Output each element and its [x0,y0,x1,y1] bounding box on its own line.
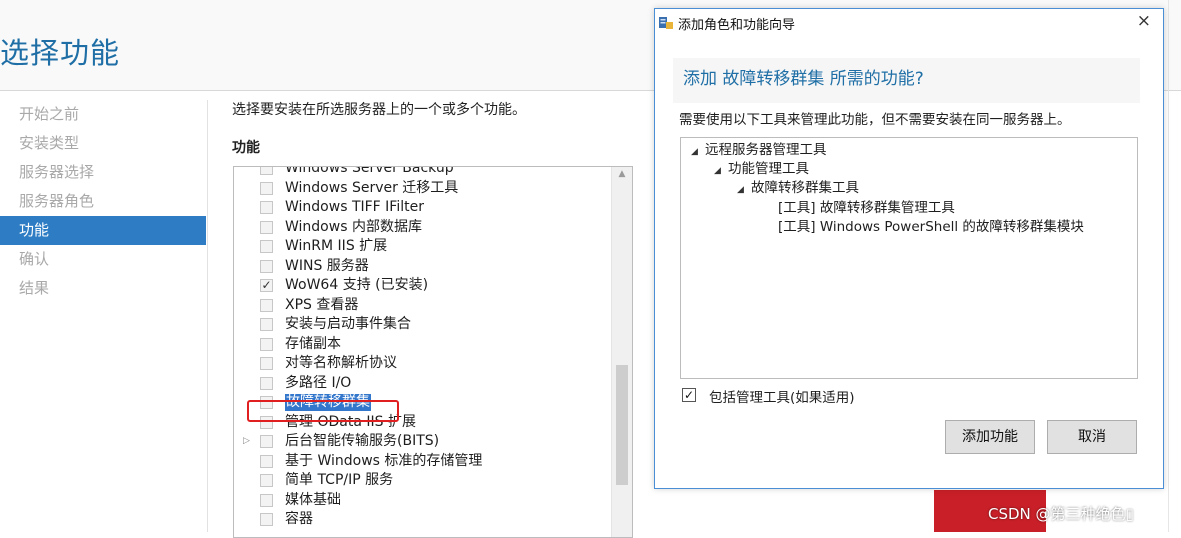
nav-item-confirmation[interactable]: 确认 [0,245,206,274]
feature-checkbox[interactable] [260,240,273,253]
feature-label[interactable]: 后台智能传输服务(BITS) [285,432,439,452]
feature-label[interactable]: WoW64 支持 (已安装) [285,276,428,296]
expand-arrow-icon[interactable]: ▷ [243,432,250,452]
feature-checkbox[interactable] [260,435,273,448]
feature-row[interactable]: ▷ 后台智能传输服务(BITS) [234,432,610,452]
tree-collapse-icon[interactable]: ◢ [714,162,728,181]
close-icon[interactable]: × [1137,11,1151,31]
feature-checkbox[interactable] [260,259,273,273]
feature-checkbox[interactable] [260,376,273,390]
feature-row[interactable]: 存储副本 [234,335,610,355]
dialog-heading-area: 添加 故障转移群集 所需的功能? [673,58,1140,103]
nav-item-before-you-begin[interactable]: 开始之前 [0,100,206,129]
feature-row[interactable]: Windows TIFF IFilter [234,198,610,218]
cancel-button[interactable]: 取消 [1047,420,1137,454]
feature-label[interactable]: 媒体基础 [285,491,341,511]
nav-divider [207,100,208,532]
wizard-nav: 开始之前 安装类型 服务器选择 服务器角色 功能 确认 结果 [0,100,206,303]
feature-checkbox[interactable] [260,220,273,234]
feature-checkbox[interactable] [260,474,273,487]
feature-row[interactable]: WINS 服务器 [234,257,610,277]
nav-item-server-selection[interactable]: 服务器选择 [0,158,206,187]
feature-checkbox[interactable] [260,454,273,468]
page-title: 选择功能 [0,36,121,70]
feature-label[interactable]: 容器 [285,510,313,530]
feature-label[interactable]: 多路径 I/O [285,374,351,394]
feature-row[interactable]: Windows Server 迁移工具 [234,179,610,199]
dialog-titlebar: 添加角色和功能向导 × [655,9,1163,37]
scroll-thumb[interactable] [616,365,628,485]
tree-node-rsat: ◢ 远程服务器管理工具 [691,141,827,160]
tree-node-powershell-module: [工具] Windows PowerShell 的故障转移群集模块 [778,219,1084,235]
feature-label[interactable]: Windows Server 迁移工具 [285,179,458,199]
nav-item-server-roles[interactable]: 服务器角色 [0,187,206,216]
feature-checkbox[interactable]: ✓ [260,279,273,292]
feature-checkbox[interactable] [260,167,273,175]
feature-label[interactable]: Windows 内部数据库 [285,218,422,238]
feature-checkbox[interactable] [260,357,273,370]
features-list-rows: Windows Server Backup Windows Server 迁移工具… [234,167,610,530]
feature-label[interactable]: 对等名称解析协议 [285,354,397,374]
feature-row[interactable]: 容器 [234,510,610,530]
include-tools-checkbox[interactable]: ✓ [682,388,696,402]
features-list[interactable]: Windows Server Backup Windows Server 迁移工具… [233,166,633,538]
feature-row[interactable]: 安装与启动事件集合 [234,315,610,335]
server-manager-icon [659,17,673,29]
feature-label[interactable]: 安装与启动事件集合 [285,315,411,335]
nav-item-features[interactable]: 功能 [0,216,206,245]
tree-collapse-icon[interactable]: ◢ [691,143,705,162]
feature-checkbox[interactable] [260,201,273,214]
feature-row[interactable]: 基于 Windows 标准的存储管理 [234,452,610,472]
feature-row[interactable]: Windows 内部数据库 [234,218,610,238]
feature-label[interactable]: Windows TIFF IFilter [285,198,424,218]
tree-node-cluster-manager-tool: [工具] 故障转移群集管理工具 [778,200,955,216]
feature-label[interactable]: 简单 TCP/IP 服务 [285,471,393,491]
dialog-description: 需要使用以下工具来管理此功能，但不需要安装在同一服务器上。 [679,112,1071,128]
feature-label[interactable]: 存储副本 [285,335,341,355]
feature-label[interactable]: Windows Server Backup [285,167,454,179]
feature-label[interactable]: WINS 服务器 [285,257,369,277]
dialog-heading: 添加 故障转移群集 所需的功能? [683,69,924,89]
scroll-up-arrow-icon[interactable]: ▲ [612,169,632,185]
feature-checkbox[interactable] [260,318,273,331]
feature-row[interactable]: 对等名称解析协议 [234,354,610,374]
feature-row[interactable]: 简单 TCP/IP 服务 [234,471,610,491]
features-scrollbar[interactable]: ▲ [611,167,632,537]
include-tools-label[interactable]: 包括管理工具(如果适用) [709,386,855,406]
tree-node-feature-admin-tools: ◢ 功能管理工具 [714,160,809,179]
nav-item-installation-type[interactable]: 安装类型 [0,129,206,158]
feature-label[interactable]: WinRM IIS 扩展 [285,237,387,257]
add-features-dialog: 添加角色和功能向导 × 添加 故障转移群集 所需的功能? 需要使用以下工具来管理… [654,8,1164,489]
feature-checkbox[interactable] [260,493,273,507]
feature-checkbox[interactable] [260,513,273,526]
feature-row[interactable]: XPS 查看器 [234,296,610,316]
add-features-button[interactable]: 添加功能 [945,420,1035,454]
feature-row[interactable]: 多路径 I/O [234,374,610,394]
window-edge [1168,0,1169,532]
feature-row[interactable]: WinRM IIS 扩展 [234,237,610,257]
feature-checkbox[interactable] [260,181,273,195]
tree-collapse-icon[interactable]: ◢ [737,181,751,200]
nav-item-results[interactable]: 结果 [0,274,206,303]
feature-checkbox[interactable] [260,337,273,351]
feature-label[interactable]: XPS 查看器 [285,296,358,316]
dialog-title: 添加角色和功能向导 [678,18,796,33]
feature-label[interactable]: 基于 Windows 标准的存储管理 [285,452,482,472]
intro-text: 选择要安装在所选服务器上的一个或多个功能。 [232,102,526,118]
required-tools-tree: ◢ 远程服务器管理工具 ◢ 功能管理工具 ◢ 故障转移群集工具 [工具] 故障转移群集… [680,137,1138,379]
feature-checkbox[interactable] [260,298,273,312]
feature-row[interactable]: 媒体基础 [234,491,610,511]
feature-row[interactable]: Windows Server Backup [234,167,610,179]
annotation-highlight-box [247,400,399,422]
feature-row[interactable]: ✓ WoW64 支持 (已安装) [234,276,610,296]
tree-node-failover-cluster-tools: ◢ 故障转移群集工具 [737,179,859,198]
watermark: CSDN @第三种绝色▯ [988,505,1134,523]
features-heading: 功能 [232,140,260,156]
